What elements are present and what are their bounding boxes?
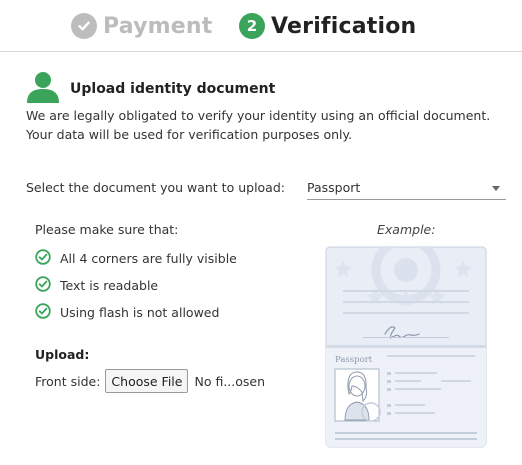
upload-title: Upload: bbox=[35, 347, 90, 362]
section-description: We are legally obligated to verify your … bbox=[26, 108, 491, 142]
check-circle-icon bbox=[35, 249, 51, 268]
step-payment-label: Payment bbox=[103, 13, 213, 39]
document-select-label: Select the document you want to upload: bbox=[26, 180, 285, 195]
document-select-value: Passport bbox=[307, 180, 361, 195]
check-circle-icon bbox=[35, 303, 51, 322]
check-circle-icon bbox=[35, 276, 51, 295]
requirement-item: Text is readable bbox=[35, 276, 158, 295]
caret-down-icon bbox=[492, 186, 500, 191]
progress-steps: Payment 2 Verification bbox=[0, 0, 522, 52]
passport-label-text: Passport bbox=[335, 355, 373, 365]
document-type-select[interactable]: Passport bbox=[307, 178, 506, 200]
requirement-text: Text is readable bbox=[60, 278, 159, 293]
requirements-title: Please make sure that: bbox=[35, 222, 179, 237]
front-side-label: Front side: bbox=[35, 373, 101, 389]
choose-file-button[interactable]: Choose File bbox=[105, 369, 189, 393]
step-verification-label: Verification bbox=[271, 13, 417, 39]
example-label: Example: bbox=[377, 222, 436, 237]
requirement-item: All 4 corners are fully visible bbox=[35, 249, 237, 268]
front-side-row: Front side: Choose File No fi...osen bbox=[35, 369, 265, 393]
requirement-item: Using flash is not allowed bbox=[35, 303, 219, 322]
section-title: Upload identity document bbox=[70, 81, 276, 97]
check-icon bbox=[71, 13, 97, 39]
user-icon bbox=[26, 70, 60, 108]
file-status: No fi...osen bbox=[194, 373, 266, 389]
requirement-text: Using flash is not allowed bbox=[60, 305, 220, 320]
step-payment: Payment bbox=[71, 13, 212, 39]
step-number: 2 bbox=[239, 13, 265, 39]
section-heading: Upload identity document bbox=[26, 70, 275, 108]
step-verification: 2 Verification bbox=[239, 13, 416, 39]
passport-example-image: Passport bbox=[325, 246, 487, 448]
requirement-text: All 4 corners are fully visible bbox=[60, 251, 237, 266]
